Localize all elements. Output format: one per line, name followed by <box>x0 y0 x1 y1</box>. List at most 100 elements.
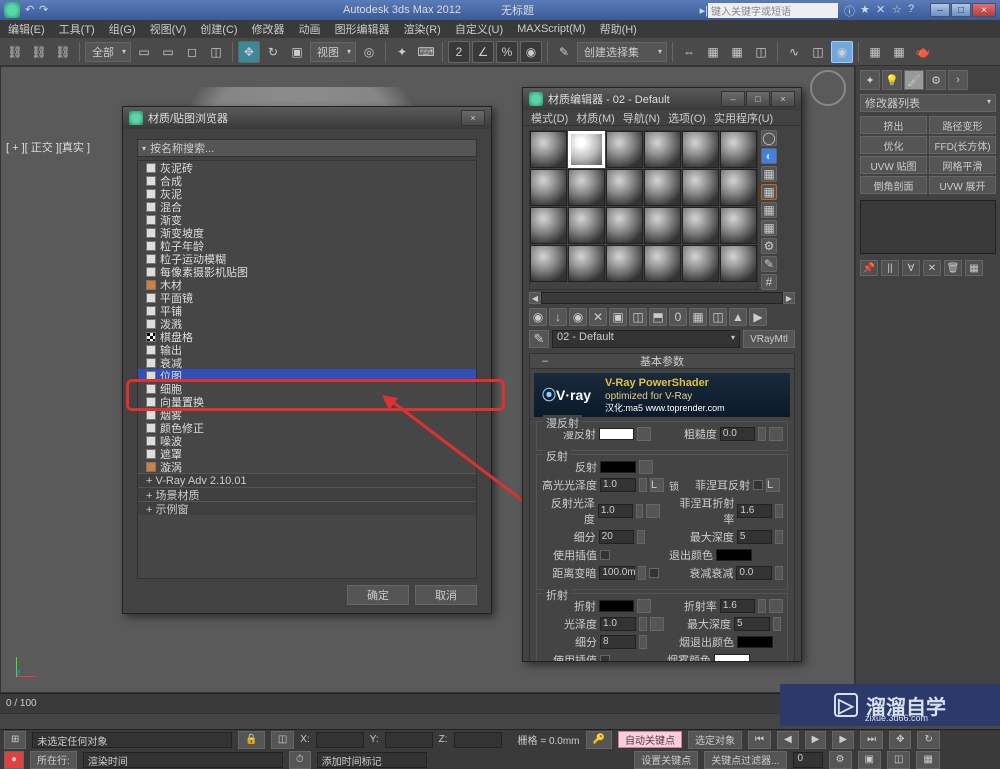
display-icon[interactable]: ⚙ <box>926 70 946 90</box>
mb-search-input[interactable]: 按名称搜索... <box>137 139 477 157</box>
keyboard-icon[interactable]: ⌨ <box>415 41 437 63</box>
show-end-icon[interactable]: ✕ <box>923 260 941 276</box>
me-max-button[interactable]: □ <box>746 91 770 107</box>
sample-sphere[interactable] <box>568 169 605 206</box>
put-mat-icon[interactable]: ↓ <box>549 308 567 326</box>
link-icon[interactable]: ⛓ <box>4 41 26 63</box>
fresnel-lock-icon[interactable]: L <box>766 478 780 492</box>
modifier-list[interactable]: 修改器列表 <box>860 94 996 112</box>
mod-meshsmooth[interactable]: 网格平滑 <box>929 156 996 174</box>
gloss-spinner[interactable]: 1.0 <box>600 617 636 631</box>
lock-icon[interactable]: ∀ <box>902 260 920 276</box>
sample-sphere[interactable] <box>720 131 757 168</box>
select-name-icon[interactable]: ▭ <box>157 41 179 63</box>
sample-sphere[interactable] <box>682 245 719 282</box>
mat-type-button[interactable]: VRayMtl <box>743 330 795 348</box>
nav-pan-icon[interactable]: ✥ <box>889 731 911 749</box>
sample-sphere[interactable] <box>644 245 681 282</box>
mod-uvw[interactable]: UVW 贴图 <box>860 156 927 174</box>
setkey-button[interactable]: 设置关键点 <box>634 751 698 769</box>
me-min-button[interactable]: – <box>721 91 745 107</box>
minimize-button[interactable]: – <box>930 3 950 17</box>
render-frame-icon[interactable]: ▦ <box>888 41 910 63</box>
schematic-icon[interactable]: ◫ <box>807 41 829 63</box>
y-field[interactable] <box>385 732 433 748</box>
rmaxd-spinner[interactable]: 5 <box>734 617 770 631</box>
snap-2d-icon[interactable]: 2 <box>448 41 470 63</box>
rinterp-check[interactable] <box>600 655 610 661</box>
make-unique-icon[interactable]: ◫ <box>629 308 647 326</box>
redo-icon[interactable]: ↷ <box>39 3 53 17</box>
rough-map-button[interactable] <box>769 427 783 441</box>
scroll-left-icon[interactable]: ◀ <box>529 292 541 304</box>
mat-id-icon[interactable]: 0 <box>669 308 687 326</box>
sample-sphere[interactable] <box>530 131 567 168</box>
sample-sphere[interactable] <box>682 207 719 244</box>
fresnel-check[interactable] <box>753 480 763 490</box>
go-parent-icon[interactable]: ▲ <box>729 308 747 326</box>
play-next-icon[interactable]: ▶ <box>832 731 854 749</box>
max-viewport-icon[interactable]: ▦ <box>916 751 939 769</box>
sample-sphere[interactable] <box>606 245 643 282</box>
rgloss-spinner[interactable]: 1.0 <box>598 504 633 518</box>
snap-pct-icon[interactable]: % <box>496 41 518 63</box>
render-setup-icon[interactable]: ▦ <box>864 41 886 63</box>
search-input[interactable]: 键入关键字或短语 <box>708 3 838 18</box>
assign-icon[interactable]: ◉ <box>569 308 587 326</box>
curve-editor-icon[interactable]: ∿ <box>783 41 805 63</box>
sample-sphere[interactable] <box>682 169 719 206</box>
get-mat-icon[interactable]: ◉ <box>529 308 547 326</box>
sample-sphere[interactable] <box>644 131 681 168</box>
z-field[interactable] <box>454 732 502 748</box>
layer-icon[interactable]: ▦ <box>726 41 748 63</box>
dim-spinner[interactable]: 100.0m <box>599 566 635 580</box>
scale-icon[interactable]: ▣ <box>286 41 308 63</box>
roughness-spinner[interactable]: 0.0 <box>720 427 755 441</box>
rgloss-map-button[interactable] <box>646 504 660 518</box>
play-end-icon[interactable]: ⏭ <box>860 731 883 749</box>
modifier-stack[interactable] <box>860 200 996 254</box>
snap-spin-icon[interactable]: ◉ <box>520 41 542 63</box>
maxd-spinner[interactable]: 5 <box>737 530 772 544</box>
sample-sphere[interactable] <box>530 245 567 282</box>
sample-sphere[interactable] <box>568 245 605 282</box>
spinner-icon[interactable] <box>639 635 647 649</box>
menu-graph[interactable]: 图形编辑器 <box>335 21 390 37</box>
play-prev-icon[interactable]: ◀ <box>777 731 799 749</box>
mb-close-button[interactable]: × <box>461 110 485 126</box>
nav-orbit-icon[interactable]: ↻ <box>917 731 939 749</box>
move-icon[interactable]: ✥ <box>238 41 260 63</box>
sample-sphere[interactable] <box>682 131 719 168</box>
link-light-icon[interactable]: ✦ <box>860 70 880 90</box>
menu-maxscript[interactable]: MAXScript(M) <box>517 23 585 35</box>
video-check-icon[interactable]: ▦ <box>761 202 777 218</box>
gloss-map-button[interactable] <box>650 617 664 631</box>
spinner-icon[interactable] <box>758 427 766 441</box>
show-icon[interactable]: || <box>881 260 899 276</box>
material-editor-icon[interactable]: ◉ <box>831 41 853 63</box>
close-button[interactable]: × <box>972 3 996 17</box>
diffuse-swatch[interactable] <box>599 428 634 440</box>
fog-exit-swatch[interactable] <box>737 636 773 648</box>
ior-spinner[interactable]: 1.6 <box>720 599 755 613</box>
pin-icon[interactable]: 📌 <box>860 260 878 276</box>
dimfall-spinner[interactable]: 0.0 <box>736 566 772 580</box>
me-titlebar[interactable]: 材质编辑器 - 02 - Default – □ × <box>523 88 801 110</box>
sample-sphere[interactable] <box>606 131 643 168</box>
time-config-icon[interactable]: ⚙ <box>829 751 852 769</box>
modify-tab-icon[interactable]: 🖌 <box>904 70 924 90</box>
rsubdiv-spinner[interactable]: 8 <box>600 635 636 649</box>
me-menu-mode[interactable]: 模式(D) <box>531 110 568 126</box>
rollout-basic[interactable]: 基本参数 <box>530 354 794 369</box>
row-label[interactable]: 所在行: <box>30 751 77 769</box>
spinner-icon[interactable] <box>775 530 783 544</box>
me-menu-mat[interactable]: 材质(M) <box>576 110 615 126</box>
menu-help[interactable]: 帮助(H) <box>600 21 637 37</box>
fov-icon[interactable]: ◫ <box>887 751 910 769</box>
menu-views[interactable]: 视图(V) <box>150 21 187 37</box>
sample-sphere[interactable] <box>568 207 605 244</box>
mx-icon[interactable]: ⊞ <box>4 731 26 749</box>
mod-bevelprof[interactable]: 倒角剖面 <box>860 176 927 194</box>
nav-cube[interactable] <box>810 70 850 110</box>
me-menu-opt[interactable]: 选项(O) <box>668 110 706 126</box>
